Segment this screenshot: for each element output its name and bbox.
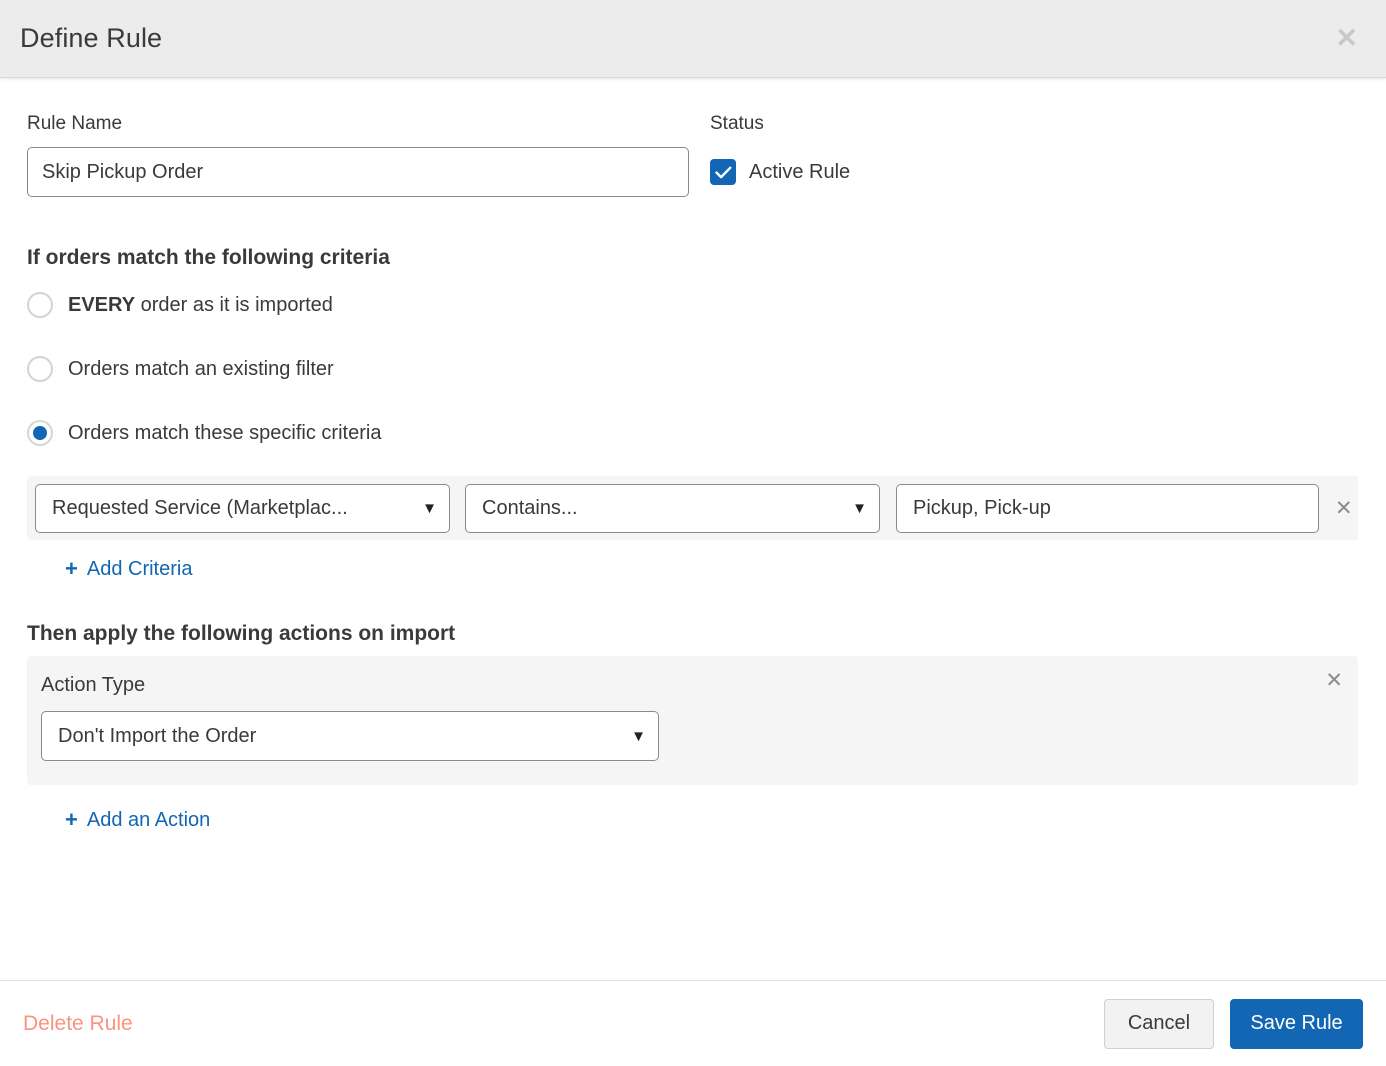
radio-icon-specific-criteria[interactable]: [27, 420, 53, 446]
add-action-label: Add an Action: [86, 808, 211, 831]
plus-icon: +: [65, 807, 78, 832]
radio-option-every-order[interactable]: EVERY order as it is imported: [27, 284, 1359, 326]
radio-icon-every-order[interactable]: [27, 292, 53, 318]
rule-name-group: Rule Name: [27, 113, 689, 197]
delete-rule-button[interactable]: Delete Rule: [23, 1012, 133, 1036]
dialog-footer: Delete Rule Cancel Save Rule: [0, 980, 1386, 1066]
radio-icon-existing-filter[interactable]: [27, 356, 53, 382]
radio-label-every-strong: EVERY: [68, 293, 136, 316]
radio-option-specific-criteria[interactable]: Orders match these specific criteria: [27, 412, 1359, 454]
define-rule-dialog: Define Rule ✕ Rule Name Status Active Ru…: [0, 0, 1386, 1066]
chevron-down-icon: ▼: [631, 727, 646, 745]
active-rule-label: Active Rule: [749, 160, 851, 183]
criteria-field-select[interactable]: Requested Service (Marketplac... ▼: [35, 483, 450, 533]
cancel-button[interactable]: Cancel: [1104, 998, 1214, 1049]
rule-name-label: Rule Name: [27, 113, 123, 134]
criteria-operator-select[interactable]: Contains... ▼: [465, 483, 880, 533]
chevron-down-icon: ▼: [422, 499, 437, 517]
action-row: Action Type Don't Import the Order ▼ ✕: [27, 656, 1358, 785]
add-criteria-button[interactable]: + Add Criteria: [65, 556, 192, 582]
status-label: Status: [710, 113, 764, 134]
footer-buttons: Cancel Save Rule: [1104, 998, 1363, 1049]
action-type-label: Action Type: [41, 674, 146, 696]
save-rule-button[interactable]: Save Rule: [1230, 998, 1363, 1049]
rule-name-input[interactable]: [27, 147, 689, 197]
check-icon: [714, 166, 731, 178]
active-rule-checkbox[interactable]: [710, 159, 736, 185]
plus-icon: +: [65, 556, 78, 581]
chevron-down-icon: ▼: [852, 499, 867, 517]
criteria-row: Requested Service (Marketplac... ▼ Conta…: [27, 476, 1358, 540]
radio-option-existing-filter[interactable]: Orders match an existing filter: [27, 348, 1359, 390]
page-title: Define Rule: [20, 23, 163, 53]
rule-name-status-row: Rule Name Status Active Rule: [27, 113, 1359, 197]
criteria-operator-value: Contains...: [482, 496, 578, 519]
criteria-value-input[interactable]: [896, 483, 1319, 533]
actions-heading: Then apply the following actions on impo…: [27, 622, 456, 645]
radio-label-existing-filter: Orders match an existing filter: [68, 357, 334, 380]
add-criteria-label: Add Criteria: [86, 557, 193, 580]
dialog-body: Rule Name Status Active Rule If orders m…: [0, 78, 1386, 980]
radio-label-every-rest: order as it is imported: [135, 293, 333, 316]
remove-criteria-icon[interactable]: ✕: [1335, 498, 1353, 519]
action-type-select[interactable]: Don't Import the Order ▼: [41, 711, 659, 761]
radio-label-every-order: EVERY order as it is imported: [68, 294, 333, 317]
dialog-header: Define Rule ✕: [0, 0, 1386, 78]
remove-action-icon[interactable]: ✕: [1325, 670, 1343, 691]
close-icon[interactable]: ✕: [1335, 25, 1386, 52]
status-group: Status Active Rule: [710, 113, 850, 197]
radio-label-specific-criteria: Orders match these specific criteria: [68, 421, 382, 444]
action-type-value: Don't Import the Order: [58, 724, 257, 747]
criteria-heading: If orders match the following criteria: [27, 246, 390, 269]
criteria-field-value: Requested Service (Marketplac...: [52, 496, 348, 519]
criteria-radio-group: EVERY order as it is imported Orders mat…: [27, 284, 1359, 454]
active-rule-checkbox-row[interactable]: Active Rule: [710, 147, 850, 197]
add-action-button[interactable]: + Add an Action: [65, 807, 210, 833]
